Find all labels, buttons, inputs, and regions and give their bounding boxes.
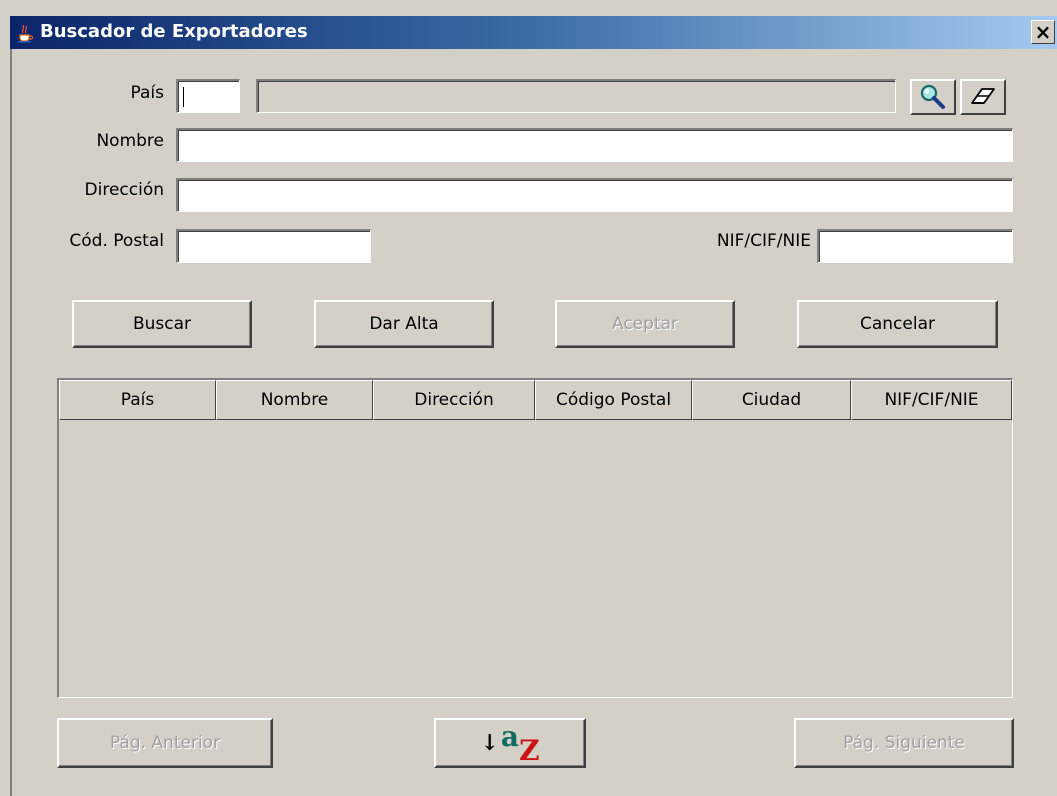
- column-header-nombre[interactable]: Nombre: [216, 380, 373, 420]
- pais-name-display: [256, 79, 896, 113]
- eraser-icon: [971, 88, 995, 104]
- java-cup-icon: [18, 24, 34, 43]
- magnifier-icon: [920, 84, 945, 109]
- sort-az-icon: ↓ a z: [480, 720, 540, 767]
- pais-name-field: [258, 81, 895, 112]
- codigo-postal-label: Cód. Postal: [69, 231, 164, 251]
- buscar-button[interactable]: Buscar: [72, 300, 252, 348]
- nif-label: NIF/CIF/NIE: [716, 231, 811, 251]
- pais-code-field[interactable]: [178, 81, 239, 112]
- next-page-button: Pág. Siguiente: [794, 718, 1014, 768]
- dar-alta-button[interactable]: Dar Alta: [314, 300, 494, 348]
- column-header-codigo-postal[interactable]: Código Postal: [535, 380, 692, 420]
- nombre-field[interactable]: [178, 130, 1012, 161]
- direccion-field[interactable]: [178, 180, 1012, 211]
- sort-a-letter: a: [500, 720, 520, 753]
- aceptar-button: Aceptar: [555, 300, 735, 348]
- exporter-search-window: Buscador de Exportadores × País Nombre D…: [0, 0, 1057, 796]
- clear-pais-button[interactable]: [960, 79, 1006, 115]
- nif-input[interactable]: [817, 229, 1013, 263]
- nombre-label: Nombre: [96, 131, 164, 151]
- cancelar-button[interactable]: Cancelar: [797, 300, 998, 348]
- direccion-label: Dirección: [84, 180, 164, 200]
- window-frame-left: [10, 49, 12, 796]
- codigo-postal-field[interactable]: [178, 231, 370, 262]
- column-header-nif[interactable]: NIF/CIF/NIE: [851, 380, 1012, 420]
- sort-z-letter: z: [519, 734, 540, 767]
- table-body[interactable]: [59, 420, 1012, 697]
- column-header-direccion[interactable]: Dirección: [373, 380, 535, 420]
- search-pais-button[interactable]: [910, 79, 956, 115]
- sort-button[interactable]: ↓ a z: [434, 718, 586, 768]
- direccion-input[interactable]: [176, 178, 1013, 212]
- window-title: Buscador de Exportadores: [40, 21, 308, 42]
- pais-label: País: [130, 83, 165, 103]
- table-header: País Nombre Dirección Código Postal Ciud…: [59, 380, 1012, 420]
- results-table: País Nombre Dirección Código Postal Ciud…: [57, 378, 1013, 698]
- nombre-input[interactable]: [176, 128, 1013, 162]
- close-icon: ×: [1034, 20, 1052, 44]
- close-button[interactable]: ×: [1031, 20, 1055, 44]
- pais-code-input[interactable]: [176, 79, 240, 113]
- column-header-pais[interactable]: País: [59, 380, 216, 420]
- codigo-postal-input[interactable]: [176, 229, 371, 263]
- nif-field[interactable]: [819, 231, 1012, 262]
- column-header-ciudad[interactable]: Ciudad: [692, 380, 851, 420]
- title-bar[interactable]: Buscador de Exportadores ×: [10, 16, 1057, 49]
- text-caret: [183, 87, 184, 107]
- previous-page-button: Pág. Anterior: [57, 718, 273, 768]
